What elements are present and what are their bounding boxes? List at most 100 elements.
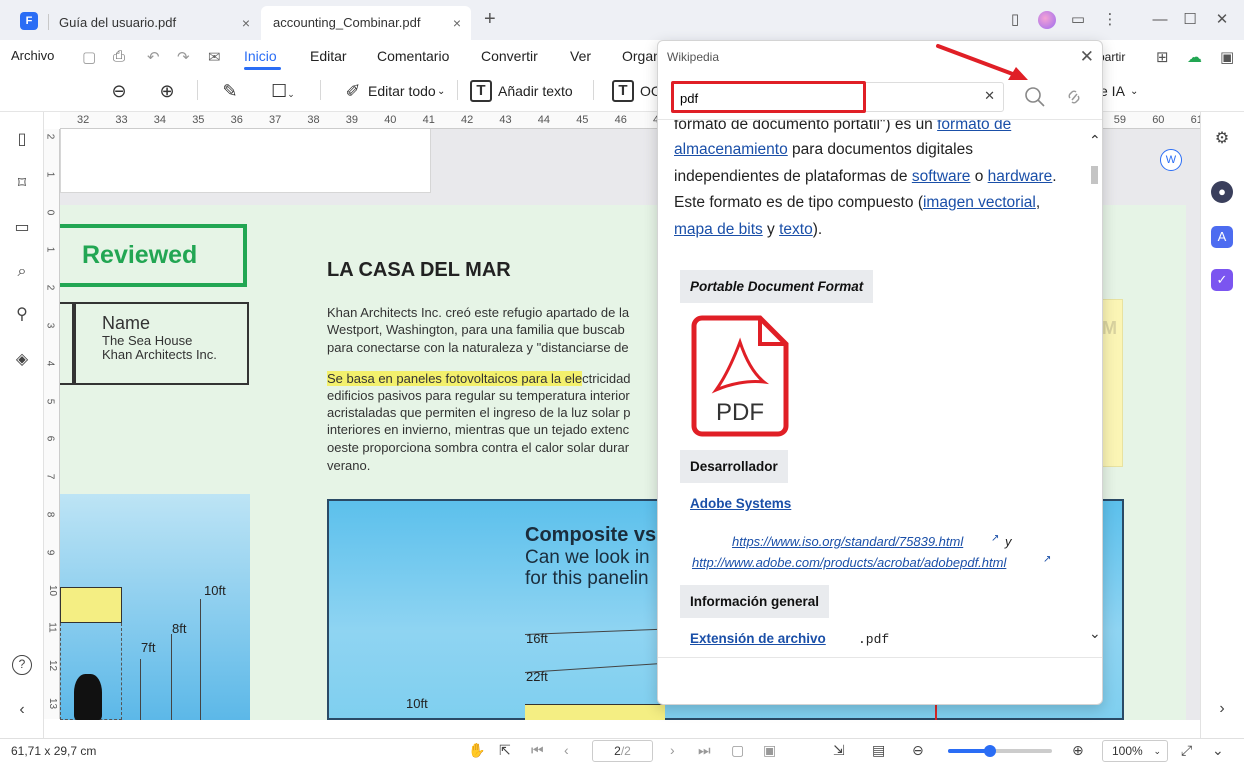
right-sidebar: ⚙ ● A ✓ › — [1200, 112, 1244, 738]
previous-page-icon[interactable]: ‹ — [564, 742, 569, 758]
more-options-icon[interactable]: ⌄ — [1212, 742, 1224, 759]
chevron-down-icon[interactable]: ⌄ — [1130, 86, 1138, 97]
edit-all-icon[interactable]: ✐ — [340, 78, 366, 104]
hand-tool-icon[interactable]: ✋ — [468, 742, 485, 759]
scroll-up-icon[interactable]: ⌃ — [1089, 132, 1101, 149]
attachment-icon[interactable]: ⌕ — [12, 262, 32, 282]
print-icon[interactable]: ⎙ — [113, 48, 125, 65]
chevron-down-icon[interactable]: ⌄ — [437, 86, 445, 97]
word-convert-icon[interactable]: W — [1160, 149, 1182, 171]
save-icon[interactable]: ▢ — [82, 48, 96, 66]
add-text-button[interactable]: Añadir texto — [498, 83, 573, 99]
article-line: almacenamiento para documentos digitales — [674, 137, 973, 164]
article-content[interactable]: formato de documento portátil") es un fo… — [658, 120, 1086, 657]
search-icon[interactable] — [1023, 85, 1047, 109]
article-link[interactable]: almacenamiento — [674, 141, 788, 158]
bookmark-icon[interactable]: ⌑ — [12, 174, 32, 194]
scrollbar[interactable]: ⌃ ⌄ — [1086, 120, 1102, 657]
add-text-icon[interactable]: T — [470, 80, 492, 102]
page-view-icon[interactable]: ⇲ — [833, 742, 845, 759]
avatar[interactable] — [1038, 11, 1056, 29]
zoom-out-icon[interactable]: ⊖ — [106, 78, 132, 104]
ruler-tick-label: 2 — [44, 133, 56, 140]
new-tab-button[interactable]: + — [484, 8, 496, 31]
zoom-in-small-icon[interactable]: ⊕ — [1072, 742, 1084, 759]
fit-page-icon[interactable]: ▢ — [731, 742, 744, 759]
article-link[interactable]: texto — [779, 221, 813, 238]
zoom-in-icon[interactable]: ⊕ — [154, 78, 180, 104]
device-icon[interactable]: ▯ — [1005, 10, 1025, 30]
edit-all-button[interactable]: Editar todo — [368, 83, 436, 99]
scroll-down-icon[interactable]: ⌄ — [1089, 625, 1101, 642]
ai-button[interactable]: e IA — [1100, 83, 1125, 99]
menu-convertir[interactable]: Convertir — [481, 48, 538, 64]
article-link[interactable]: hardware — [988, 168, 1053, 185]
zoom-slider-handle[interactable] — [983, 745, 996, 757]
first-page-icon[interactable]: ⏮ — [531, 742, 544, 759]
comment-icon[interactable]: ▭ — [12, 218, 32, 238]
zoom-select[interactable]: 100% ⌄ — [1102, 740, 1168, 762]
menu-organizar[interactable]: Organ — [622, 48, 661, 64]
redo-icon[interactable]: ↷ — [177, 48, 190, 66]
zoom-slider[interactable] — [948, 745, 1052, 757]
more-icon[interactable]: ⋮ — [1100, 10, 1120, 30]
close-icon[interactable]: ✕ — [1080, 47, 1094, 67]
panel-icon[interactable]: ▣ — [1220, 48, 1234, 66]
article-link[interactable]: imagen vectorial — [923, 194, 1036, 211]
fullscreen-icon[interactable]: ⤢ — [1181, 742, 1192, 759]
tab-guia[interactable]: Guía del usuario.pdf × — [47, 6, 260, 40]
house-drawing — [60, 587, 122, 623]
structure-icon[interactable]: ⊞ — [1156, 48, 1169, 66]
chevron-down-icon: ⌄ — [1153, 746, 1161, 756]
close-window-icon[interactable]: ✕ — [1212, 10, 1232, 30]
translate-icon[interactable]: A — [1211, 226, 1233, 248]
message-icon[interactable]: ▭ — [1068, 10, 1088, 30]
close-tab-icon[interactable]: × — [242, 6, 250, 40]
close-tab-icon[interactable]: × — [453, 6, 461, 40]
zoom-out-small-icon[interactable]: ⊖ — [912, 742, 924, 759]
mail-icon[interactable]: ✉ — [208, 48, 221, 66]
tab-accounting[interactable]: accounting_Combinar.pdf × — [261, 6, 471, 40]
highlighter-icon[interactable]: ✎ — [217, 78, 243, 104]
page-thumbnails-icon[interactable]: ▯ — [12, 130, 32, 150]
layers-icon[interactable]: ◈ — [12, 350, 32, 370]
menu-editar[interactable]: Editar — [310, 48, 347, 64]
shape-icon[interactable]: ☐⌄ — [266, 78, 300, 104]
ruler-tick-label: 35 — [192, 114, 205, 126]
share-button[interactable]: partir — [1098, 46, 1138, 68]
menu-archivo[interactable]: Archivo — [11, 48, 54, 63]
cloud-sync-icon[interactable]: ☁ — [1187, 48, 1202, 66]
article-link[interactable]: software — [912, 168, 971, 185]
help-icon[interactable]: ? — [12, 655, 32, 675]
properties-icon[interactable]: ⚙ — [1211, 128, 1233, 150]
menu-inicio[interactable]: Inicio — [244, 48, 277, 64]
ai-assistant-icon[interactable]: ● — [1211, 181, 1233, 203]
menu-ver[interactable]: Ver — [570, 48, 591, 64]
next-page-icon[interactable]: › — [670, 742, 675, 758]
article-link[interactable]: formato de — [937, 120, 1011, 133]
last-page-icon[interactable]: ⏭ — [698, 742, 711, 759]
select-tool-icon[interactable]: ⇱ — [499, 742, 511, 759]
collapse-left-icon[interactable]: ‹ — [12, 700, 32, 720]
article-link[interactable]: mapa de bits — [674, 221, 763, 238]
page-number-field[interactable]: 2/2 — [592, 740, 653, 762]
iso-link[interactable]: https://www.iso.org/standard/75839.html — [732, 534, 963, 549]
minimize-icon[interactable]: — — [1150, 10, 1170, 30]
name-line: Khan Architects Inc. — [102, 347, 217, 362]
scroll-thumb[interactable] — [1091, 166, 1098, 184]
clear-icon[interactable]: ✕ — [984, 88, 995, 104]
ruler-tick-label: 3 — [44, 322, 56, 329]
rotate-icon[interactable]: ▣ — [763, 742, 776, 759]
ocr-icon[interactable]: T — [612, 80, 634, 102]
collapse-right-icon[interactable]: › — [1211, 698, 1233, 720]
undo-icon[interactable]: ↶ — [147, 48, 160, 66]
search-icon[interactable]: ⚲ — [12, 305, 32, 325]
adobe-link[interactable]: http://www.adobe.com/products/acrobat/ad… — [692, 555, 1006, 570]
menu-comentario[interactable]: Comentario — [377, 48, 449, 64]
extension-link[interactable]: Extensión de archivo — [690, 631, 826, 646]
checklist-icon[interactable]: ✓ — [1211, 269, 1233, 291]
page-layout-icon[interactable]: ▤ — [872, 742, 885, 759]
link-icon[interactable] — [1064, 85, 1084, 109]
maximize-icon[interactable]: ☐ — [1180, 10, 1200, 30]
developer-link[interactable]: Adobe Systems — [690, 496, 791, 511]
